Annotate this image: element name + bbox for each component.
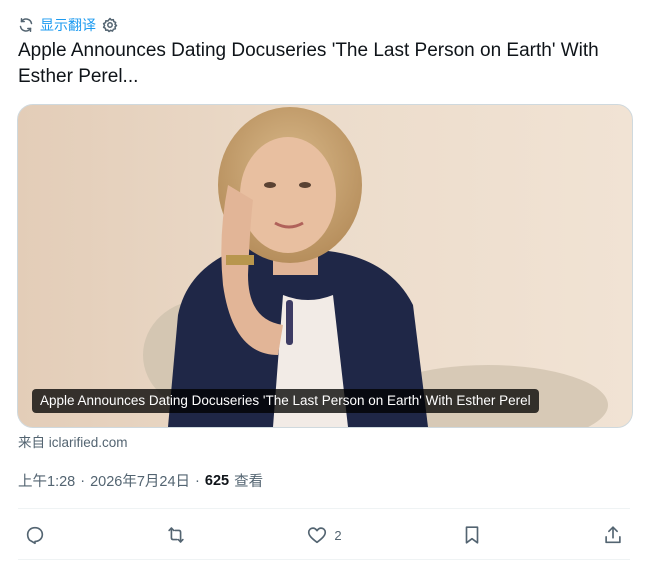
tweet-text: Apple Announces Dating Docuseries 'The L… — [18, 40, 599, 87]
settings-icon[interactable] — [102, 17, 118, 33]
card-caption: Apple Announces Dating Docuseries 'The L… — [32, 389, 539, 413]
card-image — [18, 105, 632, 427]
retweet-button[interactable] — [159, 524, 193, 546]
share-button[interactable] — [596, 524, 630, 546]
meta-separator: · — [80, 472, 86, 489]
retweet-icon — [165, 524, 187, 546]
tweet-date[interactable]: 2026年7月24日 — [90, 470, 190, 491]
heart-icon — [306, 524, 328, 546]
reply-button[interactable] — [18, 524, 52, 546]
share-icon — [602, 524, 624, 546]
translate-link[interactable]: 显示翻译 — [40, 15, 96, 35]
bookmark-icon — [461, 524, 483, 546]
like-button[interactable]: 2 — [300, 524, 347, 546]
action-bar: 2 — [18, 509, 630, 561]
views-count: 625 — [204, 472, 230, 489]
reply-icon — [24, 524, 46, 546]
tweet-meta: 上午1:28 · 2026年7月24日 · 625 查看 — [18, 470, 263, 491]
link-card[interactable]: Apple Announces Dating Docuseries 'The L… — [17, 104, 633, 428]
translate-row[interactable]: 显示翻译 — [18, 15, 118, 35]
meta-separator: · — [195, 472, 200, 489]
bookmark-button[interactable] — [455, 524, 489, 546]
divider — [18, 559, 630, 560]
tweet-time[interactable]: 上午1:28 — [18, 470, 75, 491]
card-source[interactable]: 来自 iclarified.com — [18, 431, 128, 451]
translate-icon — [18, 17, 34, 33]
like-count: 2 — [334, 527, 342, 543]
views-label: 查看 — [234, 474, 264, 490]
